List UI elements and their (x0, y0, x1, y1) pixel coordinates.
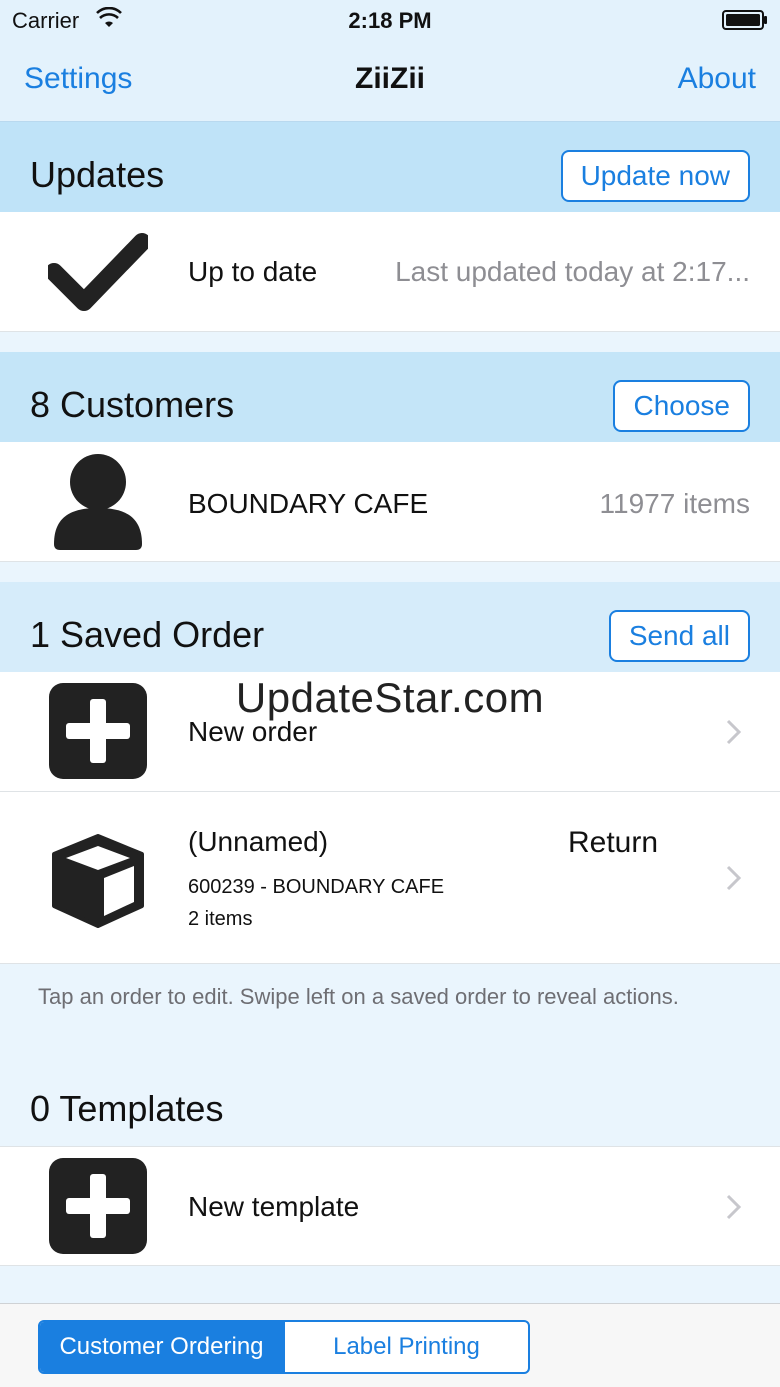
updates-header: Updates Update now (0, 122, 780, 212)
person-icon (54, 454, 142, 550)
update-now-button[interactable]: Update now (560, 150, 750, 202)
chevron-right-icon (726, 865, 742, 891)
plus-square-icon (49, 1158, 147, 1254)
customers-title: 8 Customers (30, 384, 235, 425)
updates-title: Updates (30, 154, 165, 195)
segment-label-printing[interactable]: Label Printing (285, 1322, 528, 1372)
bottom-toolbar: Customer Ordering Label Printing (0, 1303, 780, 1387)
customer-name: BOUNDARY CAFE (188, 488, 429, 519)
templates-header: 0 Templates (0, 1056, 780, 1146)
navigation-bar: Settings ZiiZii About (0, 40, 780, 122)
clock-label: 2:18 PM (348, 8, 432, 33)
update-status-label: Up to date (188, 256, 318, 287)
update-status-row: Up to date Last updated today at 2:17... (0, 212, 780, 332)
new-template-label: New template (188, 1191, 360, 1222)
last-updated-label: Last updated today at 2:17... (395, 256, 750, 287)
app-title: ZiiZii (355, 62, 425, 95)
saved-orders-hint: Tap an order to edit. Swipe left on a sa… (38, 984, 679, 1009)
box-icon (52, 834, 144, 928)
new-template-row[interactable]: New template (0, 1146, 780, 1266)
chevron-right-icon (726, 719, 742, 745)
order-customer: 600239 - BOUNDARY CAFE (188, 876, 445, 898)
send-all-button[interactable]: Send all (608, 610, 750, 662)
chevron-right-icon (726, 1194, 742, 1220)
customer-item-count: 11977 items (599, 488, 750, 519)
checkmark-icon (48, 233, 148, 311)
saved-orders-header: 1 Saved Order Send all (0, 582, 780, 672)
about-button[interactable]: About (678, 62, 756, 96)
order-type: Return (568, 826, 659, 859)
segment-customer-ordering[interactable]: Customer Ordering (40, 1322, 285, 1372)
saved-orders-title: 1 Saved Order (30, 614, 265, 655)
customer-row[interactable]: BOUNDARY CAFE 11977 items (0, 442, 780, 562)
templates-title: 0 Templates (30, 1088, 224, 1129)
order-item-count: 2 items (188, 908, 253, 930)
customers-header: 8 Customers Choose (0, 352, 780, 442)
status-bar: Carrier 2:18 PM (0, 0, 780, 40)
choose-button[interactable]: Choose (613, 380, 750, 432)
saved-order-row[interactable]: (Unnamed) Return 600239 - BOUNDARY CAFE … (0, 792, 780, 964)
order-name: (Unnamed) (188, 826, 329, 857)
watermark: UpdateStar.com (235, 674, 545, 721)
battery-icon (722, 10, 767, 30)
mode-segmented-control: Customer Ordering Label Printing (38, 1320, 530, 1374)
